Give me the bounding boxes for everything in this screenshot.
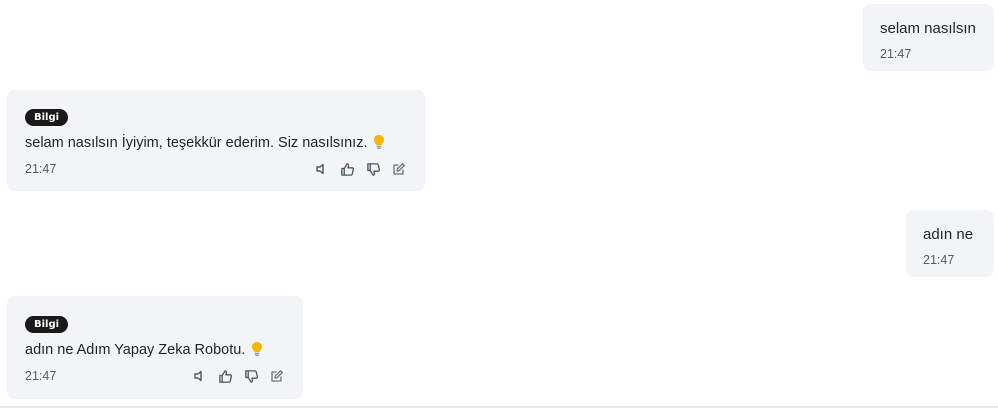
- lightbulb-icon: [250, 341, 264, 357]
- message-actions: [191, 368, 285, 384]
- edit-icon[interactable]: [391, 161, 407, 177]
- assistant-message: Bilgi adın ne Adım Yapay Zeka Robotu. 21…: [7, 296, 303, 399]
- message-text-row: adın ne Adım Yapay Zeka Robotu.: [25, 341, 285, 359]
- user-message: selam nasılsın 21:47: [863, 4, 994, 71]
- info-badge: Bilgi: [25, 316, 69, 333]
- message-text-row: selam nasılsın İyiyim, teşekkür ederim. …: [25, 134, 407, 152]
- message-text: selam nasılsın İyiyim, teşekkür ederim. …: [25, 135, 368, 151]
- thumbs-up-icon[interactable]: [339, 161, 355, 177]
- speaker-icon[interactable]: [191, 368, 207, 384]
- info-badge: Bilgi: [25, 109, 69, 126]
- message-time: 21:47: [923, 253, 955, 267]
- message-time: 21:47: [25, 369, 57, 383]
- assistant-message: Bilgi selam nasılsın İyiyim, teşekkür ed…: [7, 90, 425, 191]
- user-message: adın ne 21:47: [906, 210, 994, 277]
- thumbs-down-icon[interactable]: [365, 161, 381, 177]
- message-text: selam nasılsın: [880, 20, 976, 37]
- message-time: 21:47: [25, 162, 57, 176]
- message-time: 21:47: [880, 47, 912, 61]
- thumbs-down-icon[interactable]: [243, 368, 259, 384]
- message-text: adın ne: [923, 226, 974, 243]
- lightbulb-icon: [372, 134, 386, 150]
- message-text: adın ne Adım Yapay Zeka Robotu.: [25, 342, 246, 358]
- edit-icon[interactable]: [269, 368, 285, 384]
- thumbs-up-icon[interactable]: [217, 368, 233, 384]
- chat-thread: selam nasılsın 21:47 Bilgi selam nasılsı…: [0, 0, 998, 408]
- speaker-icon[interactable]: [313, 161, 329, 177]
- message-actions: [313, 161, 407, 177]
